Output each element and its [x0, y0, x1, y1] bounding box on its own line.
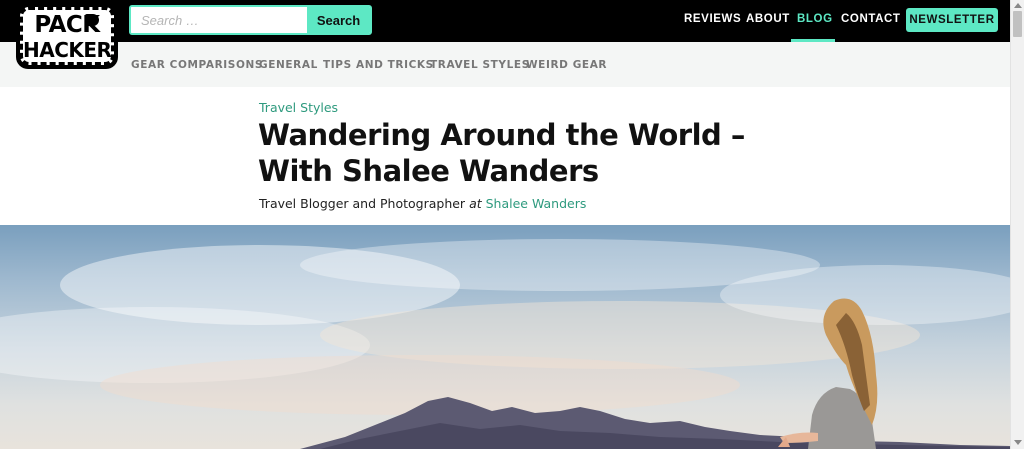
category-nav: GEAR COMPARISONS GENERAL TIPS AND TRICKS… [0, 42, 1010, 87]
byline-at: at [469, 196, 482, 211]
luggage-tag-icon [85, 14, 99, 26]
subnav-tips-and-tricks[interactable]: TIPS AND TRICKS [323, 59, 434, 71]
logo-badge: PACK HACKER [20, 7, 114, 65]
subnav-general[interactable]: GENERAL [259, 59, 318, 71]
search-button[interactable]: Search [307, 7, 370, 33]
newsletter-button[interactable]: NEWSLETTER [906, 8, 998, 32]
hero-image [0, 225, 1010, 449]
hero-illustration [0, 239, 1010, 449]
site-logo[interactable]: PACK HACKER [16, 4, 118, 69]
chevron-down-icon[interactable] [1014, 440, 1022, 445]
nav-about-link[interactable]: ABOUT [746, 13, 790, 25]
byline-author-link[interactable]: Shalee Wanders [486, 196, 587, 211]
chevron-up-icon[interactable] [1014, 3, 1022, 8]
byline-role: Travel Blogger and Photographer [259, 196, 466, 211]
search-input[interactable] [131, 7, 307, 33]
nav-contact-link[interactable]: CONTACT [841, 13, 901, 25]
page: Search REVIEWS ABOUT BLOG CONTACT NEWSLE… [0, 0, 1024, 449]
article-title: Wandering Around the World – With Shalee… [258, 118, 745, 188]
nav-blog-link[interactable]: BLOG [797, 13, 833, 25]
article-byline: Travel Blogger and Photographer at Shale… [259, 196, 586, 211]
scrollbar-thumb[interactable] [1013, 11, 1022, 37]
logo-text-hacker: HACKER [23, 38, 112, 62]
page-scrollbar[interactable] [1010, 0, 1024, 449]
article-category-link[interactable]: Travel Styles [259, 100, 338, 115]
subnav-gear-comparisons[interactable]: GEAR COMPARISONS [131, 59, 263, 71]
subnav-travel-styles[interactable]: TRAVEL STYLES [430, 59, 530, 71]
subnav-weird-gear[interactable]: WEIRD GEAR [526, 59, 607, 71]
nav-reviews-link[interactable]: REVIEWS [684, 13, 741, 25]
top-bar: Search REVIEWS ABOUT BLOG CONTACT NEWSLE… [0, 0, 1010, 42]
article-header: Travel Styles Wandering Around the World… [0, 87, 1010, 225]
search-form: Search [129, 5, 372, 35]
